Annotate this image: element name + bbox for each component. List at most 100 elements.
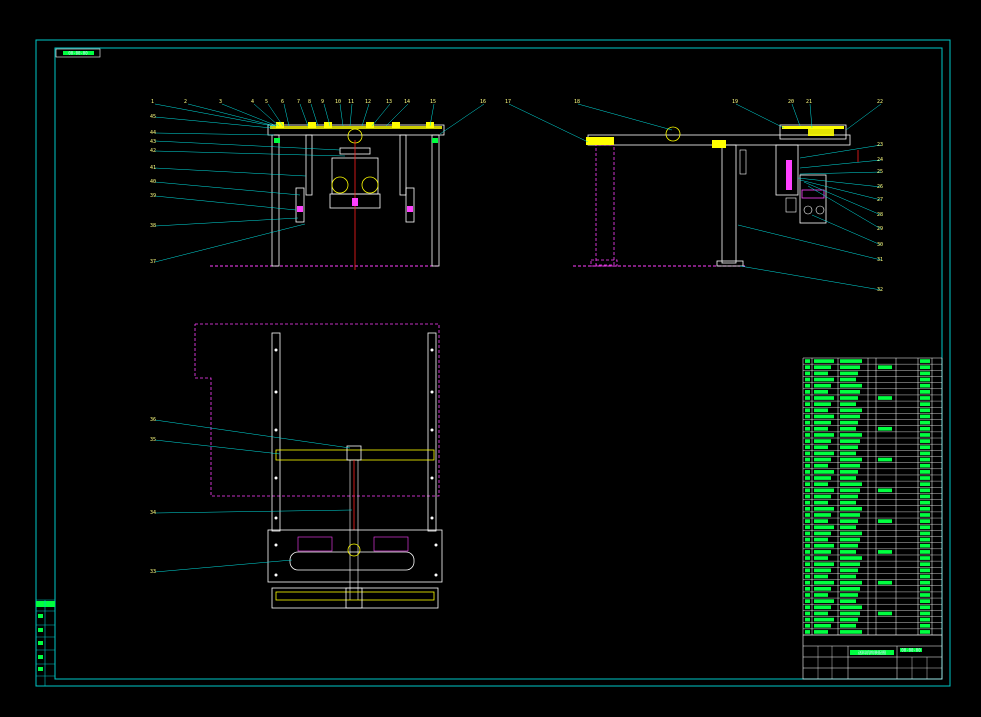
table-cell-text-block [920, 556, 930, 560]
table-cell-text-block [805, 365, 810, 370]
table-cell-text-block [920, 525, 930, 530]
table-cell-text-block [920, 463, 930, 468]
table-cell-text-block [805, 482, 810, 487]
table-cell-text-block [805, 617, 810, 622]
table-cell-text-block [920, 457, 930, 462]
plan-label-36: 36 [150, 417, 156, 423]
table-cell-text-block [814, 457, 831, 462]
table-cell-text-block [805, 506, 810, 511]
table-cell-text-block [920, 617, 930, 622]
table-cell-text-block [814, 445, 828, 450]
table-cell-text-block [920, 611, 930, 616]
side-label-22: 22 [877, 99, 883, 105]
front-label-14: 14 [404, 99, 410, 105]
table-cell-text-block [920, 543, 930, 548]
table-cell-text-block [814, 371, 828, 376]
side-label-29: 29 [877, 226, 883, 232]
parts-list-table [802, 357, 943, 636]
table-cell-text-block [878, 580, 892, 585]
side-label-27: 27 [877, 197, 883, 203]
front-label-7: 7 [297, 99, 300, 105]
table-cell-text-block [920, 623, 930, 628]
table-cell-text-block [805, 426, 810, 431]
table-cell-text-block [805, 586, 810, 591]
table-cell-text-block [805, 556, 810, 560]
table-cell-text-block [920, 426, 930, 431]
side-label-26: 26 [877, 184, 883, 190]
table-cell-text-block [840, 617, 858, 622]
table-cell-text-block [805, 476, 810, 480]
table-cell-text-block [840, 377, 856, 382]
table-cell-text-block [920, 500, 930, 505]
table-cell-text-block [814, 451, 834, 456]
front-label-42: 42 [150, 148, 156, 154]
side-label-31: 31 [877, 257, 883, 263]
front-label-43: 43 [150, 139, 156, 145]
table-cell-text-block [805, 531, 810, 536]
front-label-44: 44 [150, 130, 156, 136]
table-cell-text-block [814, 408, 828, 413]
table-cell-text-block [805, 605, 810, 610]
table-cell-text-block [878, 426, 892, 431]
table-cell-text-block [805, 580, 810, 585]
table-cell-text-block [840, 365, 860, 370]
table-cell-text-block [878, 519, 892, 523]
table-cell-text-block [920, 574, 930, 579]
table-cell-text-block [878, 611, 892, 616]
table-cell-text-block [805, 439, 810, 443]
table-cell-text-block [920, 488, 930, 493]
front-label-38: 38 [150, 223, 156, 229]
table-cell-text-block [840, 457, 862, 462]
table-cell-text-block [814, 623, 831, 628]
table-cell-text-block [840, 568, 858, 573]
front-label-5: 5 [265, 99, 268, 105]
side-label-30: 30 [877, 242, 883, 248]
table-cell-text-block [814, 488, 834, 493]
table-cell-text-block [840, 513, 860, 517]
table-cell-text-block [840, 433, 862, 437]
table-cell-text-block [840, 470, 858, 474]
side-label-17: 17 [505, 99, 511, 105]
front-label-6: 6 [281, 99, 284, 105]
table-cell-text-block [805, 550, 810, 554]
table-cell-text-block [840, 390, 860, 394]
cad-drawing: 00-00-00 1 2 3 4 5 6 7 8 9 10 11 12 13 1… [35, 39, 951, 687]
table-cell-text-block [920, 550, 930, 554]
table-cell-text-block [840, 445, 858, 450]
left-side-column [36, 599, 55, 686]
table-cell-text-block [878, 488, 892, 493]
table-cell-text-block [814, 543, 834, 548]
table-cell-text-block [840, 599, 856, 603]
front-label-10: 10 [335, 99, 341, 105]
table-cell-text-block [814, 500, 828, 505]
table-cell-text-block [814, 574, 828, 579]
table-cell-text-block [920, 580, 930, 585]
table-cell-text-block [814, 463, 828, 468]
table-cell-text-block [814, 390, 828, 394]
table-cell-text-block [814, 414, 834, 419]
plan-label-35: 35 [150, 437, 156, 443]
table-cell-text-block [814, 580, 834, 585]
table-cell-text-block [920, 593, 930, 597]
front-label-12: 12 [365, 99, 371, 105]
table-cell-text-block [920, 390, 930, 394]
table-cell-text-block [840, 519, 858, 523]
table-cell-text-block [814, 506, 834, 511]
outer-border [35, 39, 951, 687]
table-cell-text-block [878, 365, 892, 370]
table-cell-text-block [805, 445, 810, 450]
table-cell-text-block [840, 359, 862, 363]
table-cell-text-block [920, 599, 930, 603]
table-cell-text-block [805, 519, 810, 523]
table-cell-text-block [814, 383, 831, 388]
plan-hidden-outline [194, 323, 440, 497]
table-cell-text-block [920, 359, 930, 363]
table-cell-text-block [814, 525, 834, 530]
table-cell-text-block [840, 426, 856, 431]
table-cell-text-block [840, 488, 860, 493]
table-cell-text-block [805, 371, 810, 376]
table-cell-text-block [920, 439, 930, 443]
table-cell-text-block [814, 537, 828, 542]
table-cell-text-block [920, 470, 930, 474]
front-label-1: 1 [151, 99, 154, 105]
